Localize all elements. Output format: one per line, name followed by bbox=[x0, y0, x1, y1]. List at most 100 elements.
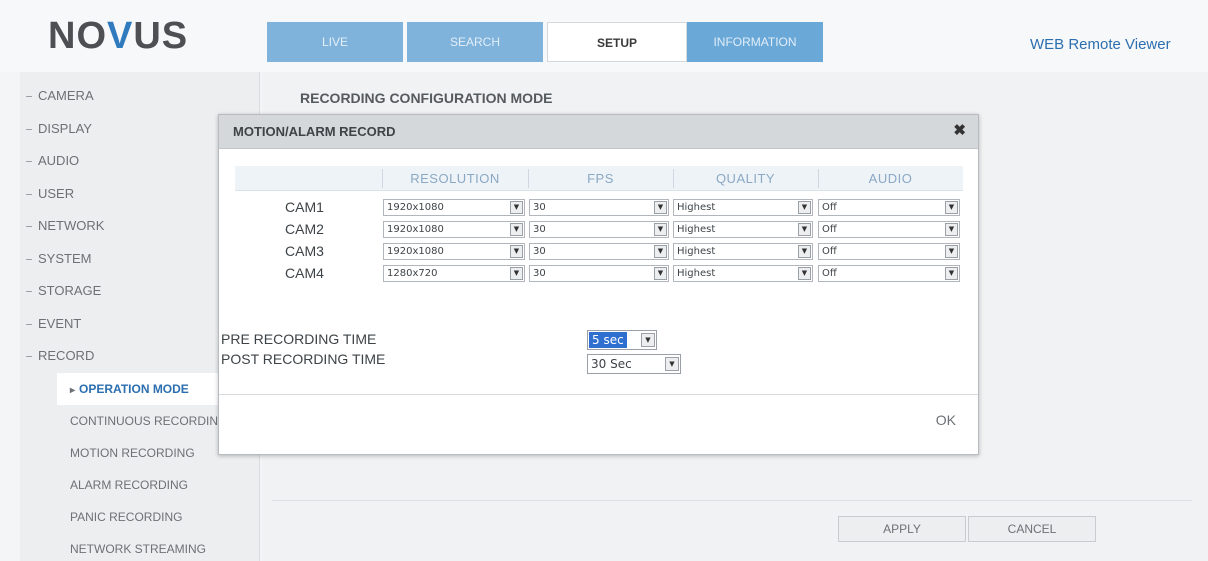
select-value: 1280x720 bbox=[387, 268, 438, 279]
pre-recording-label: PRE RECORDING TIME bbox=[221, 331, 377, 347]
column-separator bbox=[382, 169, 383, 188]
select-value: 1920x1080 bbox=[387, 202, 444, 213]
sidebar-item-camera[interactable]: CAMERA bbox=[20, 80, 259, 113]
logo-suffix: US bbox=[133, 15, 189, 57]
header: NOVUS LIVE SEARCH SETUP INFORMATION WEB … bbox=[0, 0, 1208, 72]
select-value: Highest bbox=[677, 224, 716, 235]
quality-select[interactable]: Highest ▼ bbox=[673, 221, 813, 238]
resolution-select[interactable]: 1280x720 ▼ bbox=[383, 265, 525, 282]
column-header-audio: AUDIO bbox=[868, 171, 913, 186]
sidebar-subitem-panic-recording[interactable]: PANIC RECORDING bbox=[20, 501, 259, 533]
sidebar-item-label: CAMERA bbox=[38, 88, 94, 103]
sidebar-item-label: NETWORK bbox=[38, 218, 105, 233]
chevron-down-icon: ▼ bbox=[654, 223, 667, 236]
bullet-icon bbox=[26, 323, 32, 325]
motion-alarm-record-dialog: MOTION/ALARM RECORD ✖ RESOLUTION FPS QUA… bbox=[218, 114, 979, 455]
sidebar-item-label: RECORD bbox=[38, 348, 95, 363]
ok-button[interactable]: OK bbox=[936, 412, 956, 428]
camera-label: CAM1 bbox=[285, 199, 324, 215]
chevron-down-icon: ▼ bbox=[945, 267, 958, 280]
chevron-down-icon: ▼ bbox=[510, 201, 523, 214]
dialog-title: MOTION/ALARM RECORD bbox=[233, 124, 396, 139]
tab-information[interactable]: INFORMATION bbox=[687, 22, 827, 62]
table-header: RESOLUTION FPS QUALITY AUDIO bbox=[235, 166, 963, 191]
sidebar-subitem-network-streaming[interactable]: NETWORK STREAMING bbox=[20, 533, 259, 561]
chevron-down-icon: ▼ bbox=[641, 333, 655, 347]
bullet-icon bbox=[26, 226, 32, 228]
bullet-icon bbox=[26, 128, 32, 130]
resolution-select[interactable]: 1920x1080 ▼ bbox=[383, 243, 525, 260]
novus-logo: NOVUS bbox=[48, 14, 188, 58]
select-value: 30 Sec bbox=[591, 357, 632, 371]
sidebar-item-label: STORAGE bbox=[38, 283, 102, 298]
sidebar-subitem-alarm-recording[interactable]: ALARM RECORDING bbox=[20, 469, 259, 501]
cancel-button[interactable]: CANCEL bbox=[968, 516, 1096, 542]
logo-v: V bbox=[107, 15, 134, 57]
chevron-down-icon: ▼ bbox=[510, 245, 523, 258]
select-value: Highest bbox=[677, 202, 716, 213]
sidebar-item-label: DISPLAY bbox=[38, 120, 92, 136]
fps-select[interactable]: 30 ▼ bbox=[529, 265, 669, 282]
camera-label: CAM2 bbox=[285, 221, 324, 237]
select-value: 1920x1080 bbox=[387, 224, 444, 235]
select-value: 30 bbox=[533, 202, 546, 213]
sidebar-item-label: USER bbox=[38, 185, 75, 201]
select-value: 30 bbox=[533, 224, 546, 235]
chevron-down-icon: ▼ bbox=[654, 245, 667, 258]
camera-label: CAM3 bbox=[285, 243, 324, 259]
select-value: Off bbox=[822, 246, 837, 257]
tab-search[interactable]: SEARCH bbox=[407, 22, 547, 62]
chevron-down-icon: ▼ bbox=[798, 223, 811, 236]
tab-live[interactable]: LIVE bbox=[267, 22, 407, 62]
chevron-down-icon: ▼ bbox=[654, 201, 667, 214]
chevron-down-icon: ▼ bbox=[945, 223, 958, 236]
chevron-down-icon: ▼ bbox=[798, 245, 811, 258]
column-header-quality: QUALITY bbox=[715, 171, 776, 186]
select-value: Highest bbox=[677, 246, 716, 257]
apply-button[interactable]: APPLY bbox=[838, 516, 966, 542]
audio-select[interactable]: Off ▼ bbox=[818, 221, 960, 238]
fps-select[interactable]: 30 ▼ bbox=[529, 243, 669, 260]
chevron-down-icon: ▼ bbox=[665, 357, 679, 371]
section-title: RECORDING CONFIGURATION MODE bbox=[300, 90, 553, 106]
chevron-down-icon: ▼ bbox=[945, 245, 958, 258]
app-window: NOVUS LIVE SEARCH SETUP INFORMATION WEB … bbox=[0, 0, 1208, 561]
select-value: Off bbox=[822, 202, 837, 213]
bullet-icon bbox=[26, 193, 32, 195]
audio-select[interactable]: Off ▼ bbox=[818, 265, 960, 282]
audio-select[interactable]: Off ▼ bbox=[818, 243, 960, 260]
close-icon[interactable]: ✖ bbox=[953, 123, 966, 139]
tab-setup[interactable]: SETUP bbox=[547, 22, 687, 62]
quality-select[interactable]: Highest ▼ bbox=[673, 265, 813, 282]
quality-select[interactable]: Highest ▼ bbox=[673, 199, 813, 216]
fps-select[interactable]: 30 ▼ bbox=[529, 199, 669, 216]
sidebar-item-label: EVENT bbox=[38, 315, 82, 331]
fps-select[interactable]: 30 ▼ bbox=[529, 221, 669, 238]
sidebar-item-label: AUDIO bbox=[38, 153, 80, 168]
bullet-icon bbox=[26, 356, 32, 358]
post-recording-select[interactable]: 30 Sec ▼ bbox=[587, 354, 681, 374]
resolution-select[interactable]: 1920x1080 ▼ bbox=[383, 199, 525, 216]
bullet-icon bbox=[26, 291, 32, 293]
chevron-down-icon: ▼ bbox=[798, 201, 811, 214]
chevron-down-icon: ▼ bbox=[654, 267, 667, 280]
audio-select[interactable]: Off ▼ bbox=[818, 199, 960, 216]
camera-label: CAM4 bbox=[285, 265, 324, 281]
bullet-icon bbox=[26, 96, 32, 98]
divider bbox=[272, 500, 1192, 501]
bullet-icon bbox=[26, 258, 32, 260]
chevron-down-icon: ▼ bbox=[510, 267, 523, 280]
quality-select[interactable]: Highest ▼ bbox=[673, 243, 813, 260]
resolution-select[interactable]: 1920x1080 ▼ bbox=[383, 221, 525, 238]
select-value: 5 sec bbox=[589, 332, 627, 348]
chevron-down-icon: ▼ bbox=[798, 267, 811, 280]
column-header-resolution: RESOLUTION bbox=[410, 171, 500, 186]
post-recording-label: POST RECORDING TIME bbox=[221, 351, 386, 367]
bullet-icon bbox=[26, 161, 32, 163]
pre-recording-select[interactable]: 5 sec ▼ bbox=[587, 330, 657, 350]
app-title: WEB Remote Viewer bbox=[1030, 36, 1171, 53]
select-value: Off bbox=[822, 224, 837, 235]
select-value: Off bbox=[822, 268, 837, 279]
sidebar-subitem-label: OPERATION MODE bbox=[79, 381, 189, 396]
sidebar-item-label: SYSTEM bbox=[38, 250, 92, 266]
